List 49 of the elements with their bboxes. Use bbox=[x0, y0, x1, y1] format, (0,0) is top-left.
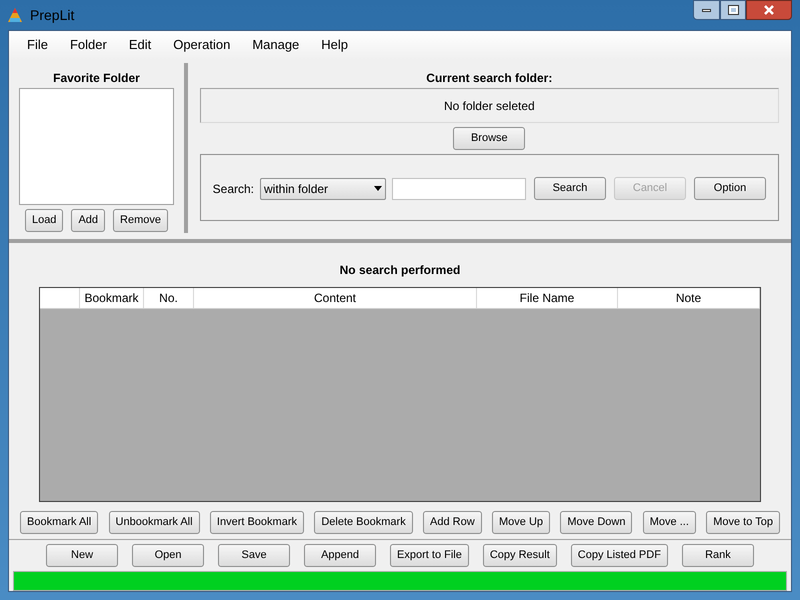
button[interactable]: Invert Bookmark bbox=[210, 511, 304, 534]
button[interactable]: Append bbox=[304, 544, 376, 567]
search-field[interactable] bbox=[392, 178, 526, 200]
button[interactable]: Search bbox=[534, 177, 606, 200]
menu-item[interactable]: Manage bbox=[248, 35, 304, 55]
button[interactable]: New bbox=[46, 544, 118, 567]
search-label: Search: bbox=[212, 180, 254, 198]
button[interactable]: Add bbox=[71, 209, 106, 232]
button[interactable]: Load bbox=[24, 209, 64, 232]
menu-item[interactable]: Folder bbox=[66, 35, 111, 55]
folder-path: No folder seleted bbox=[200, 88, 779, 123]
menu-item[interactable]: Help bbox=[317, 35, 352, 55]
column-header[interactable]: Bookmark bbox=[80, 288, 144, 308]
button[interactable]: Move Down bbox=[560, 511, 632, 534]
button[interactable]: Add Row bbox=[423, 511, 482, 534]
panel-title: Favorite Folder bbox=[53, 70, 140, 87]
column-header[interactable]: Note bbox=[618, 288, 760, 308]
button[interactable]: Move Up bbox=[492, 511, 550, 534]
button[interactable]: Copy Listed PDF bbox=[570, 544, 668, 567]
button[interactable]: Move to Top bbox=[706, 511, 780, 534]
button[interactable]: Copy Result bbox=[482, 544, 557, 567]
folder-list[interactable] bbox=[18, 88, 174, 205]
panel-title: Current search folder: bbox=[425, 70, 554, 87]
close-icon bbox=[764, 5, 774, 15]
button[interactable]: Delete Bookmark bbox=[314, 511, 413, 534]
button[interactable]: Move ... bbox=[642, 511, 696, 534]
caret-icon bbox=[374, 186, 382, 191]
button[interactable]: Open bbox=[132, 544, 204, 567]
column-header[interactable]: Content bbox=[194, 288, 477, 308]
column-header[interactable]: No. bbox=[144, 288, 194, 308]
button[interactable]: Bookmark All bbox=[20, 511, 98, 534]
button[interactable]: Remove bbox=[113, 209, 168, 232]
window-title: PrepLit bbox=[30, 6, 74, 25]
button[interactable]: Save bbox=[218, 544, 290, 567]
maximize-button[interactable] bbox=[720, 0, 746, 20]
close-button[interactable] bbox=[746, 0, 792, 20]
menu-item[interactable]: Edit bbox=[124, 35, 156, 55]
button[interactable]: Rank bbox=[682, 544, 754, 567]
results-status: No search performed bbox=[340, 262, 460, 279]
button[interactable]: Unbookmark All bbox=[108, 511, 200, 534]
menu-item[interactable]: Operation bbox=[169, 35, 234, 55]
button[interactable]: Browse bbox=[453, 127, 526, 150]
minimize-button[interactable] bbox=[693, 0, 720, 20]
scope-dropdown[interactable]: within folder bbox=[260, 178, 386, 200]
pyramid-icon bbox=[8, 8, 22, 22]
menu-item[interactable]: File bbox=[23, 35, 52, 55]
button[interactable]: Option bbox=[694, 177, 766, 200]
button[interactable]: Export to File bbox=[390, 544, 469, 567]
column-header[interactable]: File Name bbox=[477, 288, 618, 308]
